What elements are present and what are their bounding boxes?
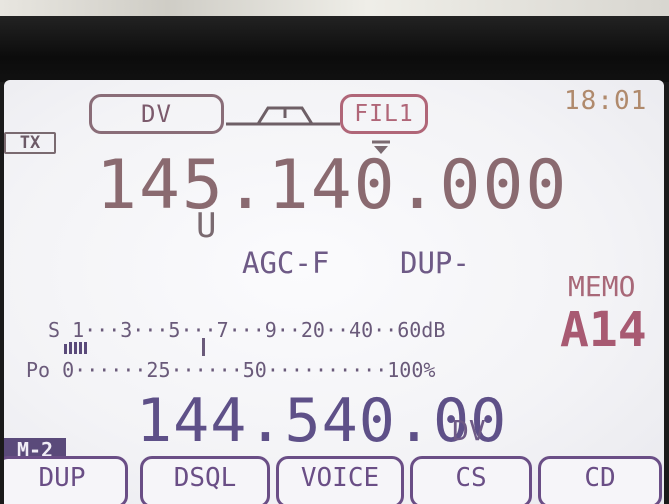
filter-passband-icon: [226, 106, 340, 126]
softkey-dup-label: DUP: [38, 463, 86, 493]
meter-peak-marker: [202, 338, 205, 356]
mode-label: DV: [141, 100, 172, 128]
softkey-cs[interactable]: CS: [410, 456, 532, 504]
softkey-dsql[interactable]: DSQL: [140, 456, 270, 504]
background-strip: [0, 0, 669, 16]
softkey-cd[interactable]: CD: [538, 456, 662, 504]
duplex-indicator: DUP-: [400, 246, 470, 280]
memo-label: MEMO: [568, 270, 636, 303]
tx-indicator: TX: [4, 132, 56, 154]
radio-display: DV FIL1 TX 18:01 145.140.000 U AGC-F DUP…: [4, 80, 664, 504]
sub-mode: DV: [452, 414, 486, 447]
clock: 18:01: [564, 86, 648, 116]
s-meter-bars: [64, 342, 87, 354]
filter-label: FIL1: [354, 101, 414, 127]
memo-channel[interactable]: A14: [560, 302, 647, 358]
s-meter-scale: S 1···3···5···7···9··20··40··60dB: [48, 318, 446, 342]
softkey-cs-label: CS: [455, 463, 487, 493]
softkey-voice[interactable]: VOICE: [276, 456, 404, 504]
softkey-dup[interactable]: DUP: [4, 456, 128, 504]
offset-direction: U: [196, 206, 217, 246]
main-frequency[interactable]: 145.140.000: [96, 146, 568, 225]
softkey-dsql-label: DSQL: [173, 463, 237, 493]
mode-indicator[interactable]: DV: [89, 94, 224, 134]
po-meter-scale: Po 0······25······50··········100%: [26, 358, 436, 382]
agc-indicator: AGC-F: [242, 246, 330, 280]
softkey-voice-label: VOICE: [300, 463, 380, 493]
filter-indicator[interactable]: FIL1: [340, 94, 428, 134]
softkey-cd-label: CD: [584, 463, 616, 493]
